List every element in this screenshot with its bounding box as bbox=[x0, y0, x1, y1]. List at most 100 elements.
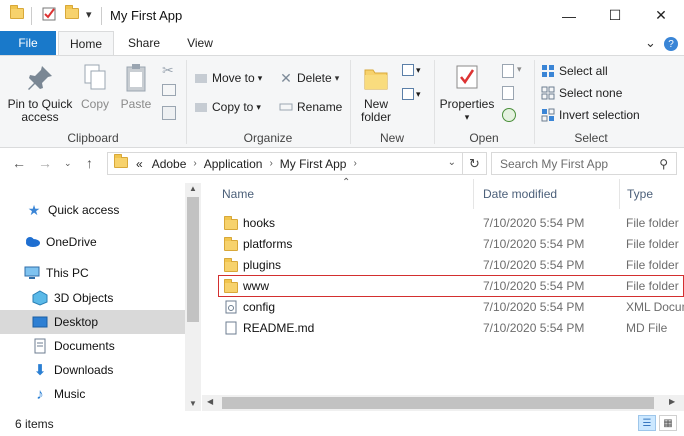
invert-selection-button[interactable]: Invert selection bbox=[541, 105, 640, 125]
file-row[interactable]: plugins 7/10/2020 5:54 PM File folder bbox=[218, 255, 684, 276]
file-type: File folder bbox=[626, 279, 679, 293]
file-row[interactable]: hooks 7/10/2020 5:54 PM File folder bbox=[218, 213, 684, 234]
recent-locations-chevron-icon[interactable]: ⌄ bbox=[64, 158, 72, 169]
new-folder-button[interactable]: New folder bbox=[354, 62, 398, 124]
back-arrow-icon[interactable]: ← bbox=[12, 155, 26, 171]
open-icon[interactable] bbox=[502, 64, 514, 78]
file-row[interactable]: config 7/10/2020 5:54 PM XML Document bbox=[218, 297, 684, 318]
column-header-type[interactable]: Type bbox=[627, 179, 653, 209]
chevron-right-icon[interactable]: › bbox=[193, 158, 196, 169]
nav-vertical-scrollbar[interactable]: ▲ ▼ bbox=[185, 183, 201, 411]
help-icon[interactable]: ? bbox=[664, 37, 678, 51]
select-all-button[interactable]: Select all bbox=[541, 61, 608, 81]
nav-music[interactable]: ♪ Music bbox=[0, 382, 185, 406]
qat-dropdown-icon[interactable]: ▾ bbox=[86, 8, 92, 21]
chevron-right-icon[interactable]: › bbox=[269, 158, 272, 169]
delete-icon: ✕ bbox=[280, 69, 292, 86]
rename-button[interactable]: Rename bbox=[279, 97, 342, 117]
breadcrumb-item[interactable]: My First App bbox=[280, 157, 347, 171]
open-dropdown-icon[interactable]: ▾ bbox=[517, 64, 522, 75]
nav-documents[interactable]: Documents bbox=[0, 334, 185, 358]
copy-label: Copy bbox=[80, 97, 109, 111]
scrollbar-thumb[interactable] bbox=[222, 397, 654, 409]
nav-onedrive[interactable]: OneDrive bbox=[0, 230, 185, 254]
properties-icon bbox=[453, 62, 481, 94]
large-icons-view-icon[interactable]: ▦ bbox=[659, 415, 677, 431]
up-arrow-icon[interactable]: ↑ bbox=[86, 155, 93, 171]
easy-access-icon[interactable] bbox=[402, 88, 414, 100]
forward-arrow-icon[interactable]: → bbox=[38, 155, 52, 171]
properties-button[interactable]: Properties ▾ bbox=[438, 62, 496, 124]
new-item-icon[interactable] bbox=[402, 64, 414, 76]
details-view-icon[interactable]: ☰ bbox=[638, 415, 656, 431]
new-folder-qat-icon[interactable] bbox=[65, 5, 79, 19]
paste-button[interactable]: Paste bbox=[116, 62, 156, 111]
file-date: 7/10/2020 5:54 PM bbox=[483, 216, 585, 230]
paste-icon bbox=[122, 62, 150, 94]
copy-to-button[interactable]: Copy to ▾ bbox=[194, 97, 261, 117]
search-icon: ⚲ bbox=[659, 156, 668, 171]
breadcrumb-item[interactable]: Application bbox=[204, 157, 263, 171]
cloud-icon bbox=[24, 234, 40, 250]
column-header-date-modified[interactable]: Date modified bbox=[483, 179, 557, 209]
column-divider[interactable] bbox=[619, 179, 620, 209]
nav-label: Quick access bbox=[48, 203, 120, 217]
file-row[interactable]: README.md 7/10/2020 5:54 PM MD File bbox=[218, 318, 684, 339]
scrollbar-thumb[interactable] bbox=[187, 197, 199, 322]
properties-label: Properties bbox=[439, 97, 495, 111]
scroll-right-icon[interactable]: ▶ bbox=[669, 397, 675, 406]
close-button[interactable]: ✕ bbox=[638, 0, 684, 31]
paste-shortcut-icon[interactable] bbox=[162, 106, 176, 120]
nav-desktop[interactable]: Desktop bbox=[0, 310, 185, 334]
scroll-up-icon[interactable]: ▲ bbox=[189, 184, 197, 193]
file-list-horizontal-scrollbar[interactable]: ◀ ▶ bbox=[202, 395, 684, 411]
file-date: 7/10/2020 5:54 PM bbox=[483, 279, 585, 293]
file-row[interactable]: platforms 7/10/2020 5:54 PM File folder bbox=[218, 234, 684, 255]
tab-file[interactable]: File bbox=[0, 31, 56, 55]
minimize-button[interactable]: — bbox=[546, 0, 592, 31]
new-group-label: New bbox=[379, 131, 404, 145]
folder-icon bbox=[224, 215, 238, 233]
copy-path-icon[interactable] bbox=[162, 84, 176, 96]
clipboard-group-label: Clipboard bbox=[67, 131, 119, 145]
scroll-left-icon[interactable]: ◀ bbox=[207, 397, 213, 406]
search-input[interactable]: Search My First App ⚲ bbox=[491, 152, 677, 175]
computer-icon bbox=[24, 265, 40, 281]
breadcrumb-overflow[interactable]: « bbox=[136, 157, 143, 171]
scroll-down-icon[interactable]: ▼ bbox=[189, 399, 197, 408]
nav-downloads[interactable]: ⬇ Downloads bbox=[0, 358, 185, 382]
edit-icon[interactable] bbox=[502, 86, 514, 100]
address-dropdown-icon[interactable]: ⌄ bbox=[448, 157, 456, 168]
tab-view[interactable]: View bbox=[176, 31, 224, 55]
pin-to-quick-access-button[interactable]: Pin to Quick access bbox=[4, 62, 76, 124]
column-header-name[interactable]: Name bbox=[222, 179, 254, 209]
select-all-icon bbox=[541, 64, 555, 78]
nav-3d-objects[interactable]: 3D Objects bbox=[0, 286, 185, 310]
breadcrumb-item[interactable]: Adobe bbox=[152, 157, 187, 171]
chevron-right-icon[interactable]: › bbox=[353, 158, 356, 169]
address-field[interactable]: « Adobe › Application › My First App › ⌄ bbox=[107, 152, 463, 175]
column-divider[interactable] bbox=[473, 179, 474, 209]
easy-access-dropdown-icon[interactable]: ▾ bbox=[416, 89, 421, 100]
cut-icon[interactable]: ✂ bbox=[162, 62, 174, 79]
history-icon[interactable] bbox=[502, 108, 516, 122]
copy-button[interactable]: Copy bbox=[76, 62, 114, 111]
properties-qat-icon[interactable] bbox=[41, 6, 57, 25]
move-to-button[interactable]: Move to ▾ bbox=[194, 68, 262, 88]
document-icon bbox=[224, 321, 238, 338]
maximize-button[interactable]: ☐ bbox=[592, 0, 638, 31]
item-count: 6 items bbox=[15, 417, 54, 431]
nav-label: This PC bbox=[46, 266, 89, 280]
ribbon-expand-icon[interactable]: ⌄ bbox=[645, 35, 656, 51]
file-row-highlighted[interactable]: www 7/10/2020 5:54 PM File folder bbox=[218, 275, 684, 297]
delete-button[interactable]: ✕ Delete ▾ bbox=[279, 68, 339, 88]
tab-share[interactable]: Share bbox=[118, 31, 170, 55]
nav-quick-access[interactable]: ★ Quick access bbox=[0, 198, 185, 222]
new-item-dropdown-icon[interactable]: ▾ bbox=[416, 65, 421, 76]
rename-label: Rename bbox=[297, 100, 343, 114]
select-none-button[interactable]: Select none bbox=[541, 83, 622, 103]
tab-home[interactable]: Home bbox=[58, 31, 114, 55]
nav-this-pc[interactable]: This PC bbox=[0, 261, 185, 285]
refresh-icon[interactable]: ↻ bbox=[463, 152, 487, 175]
file-type: XML Document bbox=[626, 300, 684, 314]
